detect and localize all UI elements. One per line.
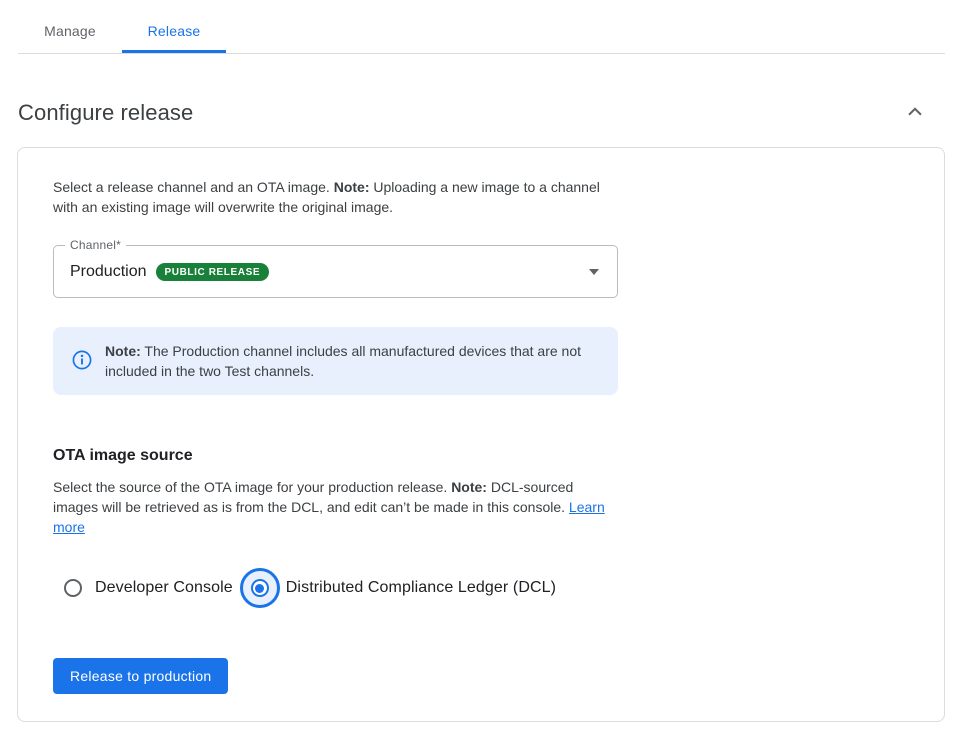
note-box-text: Note: The Production channel includes al… (105, 341, 594, 381)
note-box-body: The Production channel includes all manu… (105, 343, 581, 379)
ota-source-description: Select the source of the OTA image for y… (53, 477, 620, 537)
release-to-production-button[interactable]: Release to production (53, 658, 228, 694)
tab-release[interactable]: Release (122, 0, 226, 53)
radio-checked-ring (251, 579, 269, 597)
info-icon (72, 350, 92, 381)
radio-developer-console[interactable]: Developer Console (53, 579, 233, 597)
tab-manage[interactable]: Manage (18, 0, 122, 53)
channel-select-value: Production (70, 263, 147, 281)
radio-dcl[interactable]: Distributed Compliance Ledger (DCL) (233, 568, 556, 608)
intro-text-before: Select a release channel and an OTA imag… (53, 179, 334, 195)
ota-note-label: Note: (451, 479, 487, 495)
note-box-note-label: Note: (105, 343, 141, 359)
dropdown-arrow-icon[interactable] (589, 269, 599, 275)
radio-unchecked-icon[interactable] (64, 579, 82, 597)
chevron-up-icon (904, 101, 926, 126)
radio-developer-console-label: Developer Console (95, 579, 233, 597)
public-release-badge: PUBLIC RELEASE (156, 263, 270, 281)
channel-select-label: Channel* (65, 238, 126, 252)
page-title: Configure release (18, 100, 193, 126)
radio-dcl-label: Distributed Compliance Ledger (DCL) (286, 579, 556, 597)
intro-text: Select a release channel and an OTA imag… (53, 177, 615, 217)
configure-release-card: Select a release channel and an OTA imag… (17, 147, 945, 722)
tab-bar: Manage Release (18, 0, 945, 54)
section-header: Configure release (18, 99, 945, 127)
ota-desc-before: Select the source of the OTA image for y… (53, 479, 451, 495)
intro-note-label: Note: (334, 179, 370, 195)
collapse-section-button[interactable] (901, 99, 929, 127)
ota-source-radio-group: Developer Console Distributed Compliance… (53, 568, 944, 608)
note-box: Note: The Production channel includes al… (53, 327, 618, 395)
channel-select[interactable]: Channel* Production PUBLIC RELEASE (53, 245, 618, 298)
radio-checked-dot (255, 584, 264, 593)
radio-checked-icon[interactable] (240, 568, 280, 608)
ota-source-heading: OTA image source (53, 447, 944, 465)
